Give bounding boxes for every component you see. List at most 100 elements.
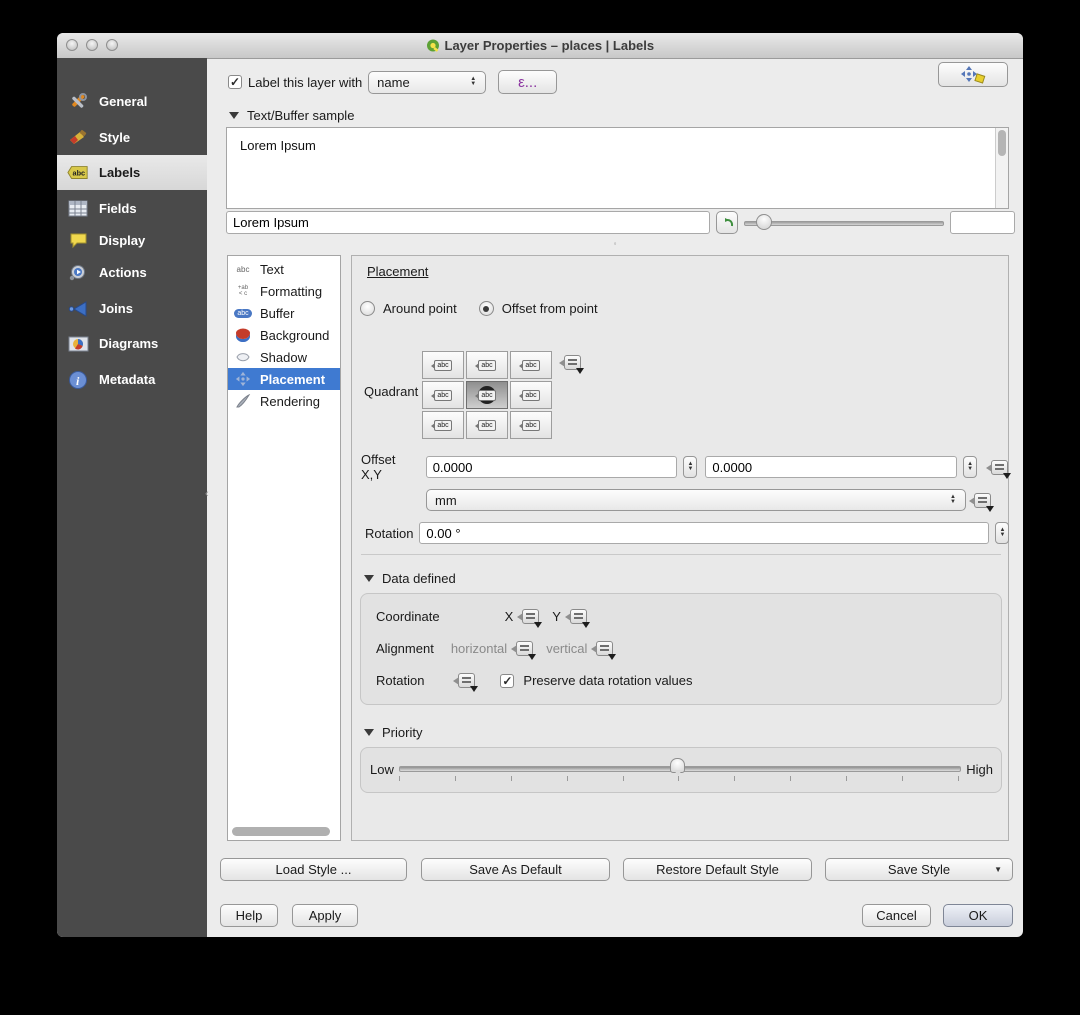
offset-y-stepper[interactable]: ▲ ▼ xyxy=(963,456,978,478)
move-arrows-icon xyxy=(961,65,986,84)
shadow-blob-icon xyxy=(233,350,253,364)
quadrant-below[interactable]: abc xyxy=(466,411,508,439)
offset-row: Offset X,Y ▲▼ ▲▼ xyxy=(361,452,1011,482)
preview-scrollbar[interactable] xyxy=(995,128,1008,208)
tab-buffer[interactable]: abc Buffer xyxy=(228,302,340,324)
info-icon: i xyxy=(67,369,89,391)
expression-button[interactable]: ε... xyxy=(498,70,558,94)
restore-default-style-label: Restore Default Style xyxy=(656,862,779,877)
quadrant-over[interactable]: abc xyxy=(466,381,508,409)
tab-shadow[interactable]: Shadow xyxy=(228,346,340,368)
restore-default-style-button[interactable]: Restore Default Style xyxy=(623,858,812,881)
reset-sample-button[interactable] xyxy=(716,211,738,234)
background-shape-icon xyxy=(233,328,253,342)
apply-button[interactable]: Apply xyxy=(292,904,358,927)
alignment-vertical-data-defined-icon[interactable] xyxy=(591,641,617,660)
priority-slider-handle[interactable] xyxy=(670,758,685,776)
formatting-icon: +ab < c xyxy=(237,285,249,297)
label-this-layer-checkbox[interactable]: ✓ xyxy=(228,75,242,89)
quadrant-above-left[interactable]: abc xyxy=(422,351,464,379)
scrollbar-thumb[interactable] xyxy=(998,130,1006,156)
alignment-horizontal-data-defined-icon[interactable] xyxy=(511,641,537,660)
close-window-icon[interactable] xyxy=(66,39,78,51)
label-preview-area: Lorem Ipsum xyxy=(226,127,1009,209)
offset-from-point-label: Offset from point xyxy=(501,301,598,316)
units-data-defined-icon[interactable] xyxy=(969,492,994,512)
placement-mode-radios: Around point Offset from point xyxy=(360,301,598,316)
quadrant-right[interactable]: abc xyxy=(510,381,552,409)
sidebar-item-label: Metadata xyxy=(99,372,156,387)
undo-arrow-icon xyxy=(724,217,733,226)
zoom-window-icon[interactable] xyxy=(106,39,118,51)
sample-text-input[interactable] xyxy=(226,211,710,234)
minimize-window-icon[interactable] xyxy=(86,39,98,51)
quadrant-data-defined-icon[interactable] xyxy=(559,355,584,374)
automated-placement-button[interactable] xyxy=(938,62,1008,87)
offset-y-input[interactable] xyxy=(705,456,958,478)
offset-x-input[interactable] xyxy=(425,456,678,478)
tab-rendering[interactable]: Rendering xyxy=(228,390,340,412)
sidebar-item-joins[interactable]: Joins xyxy=(57,291,207,326)
tab-formatting[interactable]: +ab < c Formatting xyxy=(228,280,340,302)
offset-x-stepper[interactable]: ▲ ▼ xyxy=(683,456,698,478)
cancel-button[interactable]: Cancel xyxy=(862,904,931,927)
sidebar-item-fields[interactable]: Fields xyxy=(57,191,207,226)
offset-from-point-radio[interactable] xyxy=(478,301,494,316)
alignment-horizontal-label: horizontal xyxy=(450,641,508,656)
save-as-default-button[interactable]: Save As Default xyxy=(421,858,610,881)
preserve-rotation-checkbox[interactable]: ✓ xyxy=(500,673,515,688)
tab-background[interactable]: Background xyxy=(228,324,340,346)
sidebar-item-display[interactable]: Display xyxy=(57,223,207,258)
tablist-hscrollbar[interactable] xyxy=(232,827,330,836)
label-field-value: name xyxy=(377,74,410,90)
help-button[interactable]: Help xyxy=(220,904,278,927)
rotation-stepper[interactable]: ▲ ▼ xyxy=(995,522,1010,544)
tab-label: Rendering xyxy=(260,393,320,409)
coordinate-x-data-defined-icon[interactable] xyxy=(517,609,543,628)
alignment-vertical-label: vertical xyxy=(546,641,588,656)
help-label: Help xyxy=(235,908,263,923)
sidebar-splitter-handle[interactable]: ‹ xyxy=(205,488,209,500)
title-bar[interactable]: Layer Properties – places | Labels xyxy=(57,33,1023,59)
sidebar-item-diagrams[interactable]: Diagrams xyxy=(57,326,207,361)
label-field-select[interactable]: name ▲ ▼ xyxy=(368,70,487,94)
rotation-input[interactable] xyxy=(419,522,990,544)
priority-box: Low High xyxy=(360,747,1002,793)
sample-size-slider[interactable] xyxy=(744,211,944,234)
sample-size-value[interactable] xyxy=(950,211,1015,234)
data-defined-header[interactable]: Data defined xyxy=(364,571,456,586)
tab-label: Formatting xyxy=(260,283,323,299)
quadrant-below-left[interactable]: abc xyxy=(422,411,464,439)
sidebar-item-labels[interactable]: abc Labels xyxy=(57,155,207,190)
priority-high-label: High xyxy=(966,762,993,777)
quadrant-grid: abc abc abc abc abc abc abc abc abc xyxy=(422,351,552,439)
priority-header[interactable]: Priority xyxy=(364,725,422,740)
quadrant-above[interactable]: abc xyxy=(466,351,508,379)
preview-text: Lorem Ipsum xyxy=(240,138,316,153)
quadrant-below-right[interactable]: abc xyxy=(510,411,552,439)
collapse-triangle-icon xyxy=(364,575,374,582)
rotation-data-defined-icon[interactable] xyxy=(453,673,479,692)
quadrant-above-right[interactable]: abc xyxy=(510,351,552,379)
quadrant-left[interactable]: abc xyxy=(422,381,464,409)
sidebar-item-style[interactable]: Style xyxy=(57,120,207,155)
label-with-row: ✓ Label this layer with name ▲ ▼ ε... xyxy=(228,70,558,94)
slider-handle[interactable] xyxy=(756,214,772,230)
around-point-radio[interactable] xyxy=(360,301,375,316)
coordinate-y-data-defined-icon[interactable] xyxy=(564,609,590,628)
abc-badge-icon: abc xyxy=(233,308,253,318)
tab-text[interactable]: abc Text xyxy=(228,258,340,280)
load-style-button[interactable]: Load Style ... xyxy=(220,858,407,881)
sidebar-item-metadata[interactable]: i Metadata xyxy=(57,362,207,397)
screen: { "window": { "title": "Layer Properties… xyxy=(0,0,1080,1015)
sidebar-item-general[interactable]: General xyxy=(57,84,207,119)
ok-button[interactable]: OK xyxy=(943,904,1013,927)
offset-units-select[interactable]: mm ▲ ▼ xyxy=(426,489,966,511)
text-buffer-sample-header[interactable]: Text/Buffer sample xyxy=(229,108,354,123)
rotation-row: Rotation ▲▼ xyxy=(365,522,1010,544)
sidebar-item-actions[interactable]: Actions xyxy=(57,255,207,290)
splitter-handle[interactable]: ◦ xyxy=(610,240,620,248)
offset-data-defined-icon[interactable] xyxy=(986,459,1011,479)
save-style-button[interactable]: Save Style ▼ xyxy=(825,858,1013,881)
tab-placement[interactable]: Placement xyxy=(228,368,340,390)
